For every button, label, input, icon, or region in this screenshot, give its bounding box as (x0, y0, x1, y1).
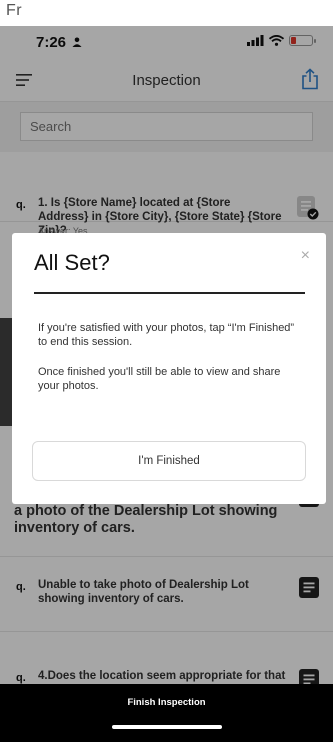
finish-inspection-bar[interactable]: Finish Inspection (0, 684, 333, 742)
phone-screen: 7:26 Inspection Search q. 1. Is {Store N… (0, 26, 333, 742)
modal-divider (34, 292, 305, 294)
modal-message: If you're satisfied with your photos, ta… (38, 322, 295, 348)
modal-title: All Set? (34, 250, 110, 275)
home-indicator[interactable] (112, 725, 222, 729)
all-set-modal: All Set? × If you're satisfied with your… (12, 233, 326, 504)
finish-inspection-label: Finish Inspection (127, 697, 206, 708)
close-icon[interactable]: × (301, 247, 310, 265)
outer-label: Fr (6, 2, 23, 19)
modal-note: Once finished you'll still be able to vi… (38, 366, 281, 392)
im-finished-button[interactable]: I'm Finished (32, 441, 306, 481)
